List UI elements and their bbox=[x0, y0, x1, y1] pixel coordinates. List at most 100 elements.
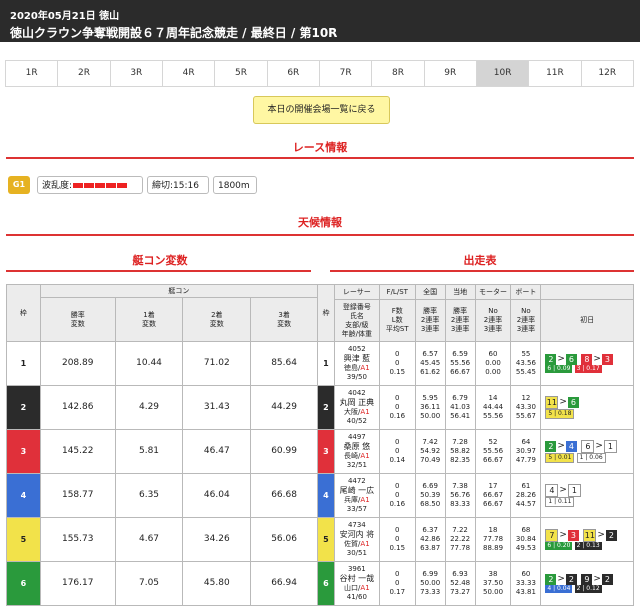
entry-table: 枠レーサー F/L/ST 全国 当地 モーター ボート 登録番号 氏名 支部/級 年齢/体重 F数… bbox=[317, 284, 634, 606]
racer-cell[interactable]: 4042 丸岡 正典 大阪/A1 40/52 bbox=[333, 385, 380, 430]
table-row: 4 158.77 6.35 46.04 66.68 bbox=[6, 473, 318, 518]
lane-number: 5 bbox=[317, 517, 335, 562]
wave-label: 波乱度: bbox=[42, 181, 73, 191]
table-row: 3 4497 桑原 悠長崎/A1 32/51 0 0 0.14 7.42 54.92 70.49 7… bbox=[317, 429, 634, 474]
day1-result: 2 >4 6 >1 5 | 0.01 1 | 0.06 bbox=[540, 429, 634, 474]
divider bbox=[6, 157, 634, 159]
entry-stat: 7.28 58.82 82.35 bbox=[444, 429, 476, 474]
entry-stat: 0 0 0.16 bbox=[378, 385, 416, 430]
entry-stat: 0 0 0.16 bbox=[378, 473, 416, 518]
boat-con-group-header: 艇コン bbox=[39, 284, 319, 298]
racer-cell[interactable]: 4734 安河内 将佐賀/A1 30/51 bbox=[333, 517, 380, 562]
race-tabs: 1R 2R 3R 4R 5R 6R 7R 8R 9R 10R 11R 12R bbox=[5, 60, 634, 87]
racer-name: 桑原 悠 bbox=[343, 442, 371, 451]
racer-age: 40/52 bbox=[346, 417, 367, 425]
lane-number: 4 bbox=[317, 473, 335, 518]
entry-stat: 60 0.00 0.00 bbox=[474, 341, 512, 386]
entry-stat: 14 44.44 55.56 bbox=[474, 385, 512, 430]
race-tab-11r[interactable]: 11R bbox=[528, 60, 582, 87]
entry-subheader: No 2連率 3連率 bbox=[474, 299, 512, 342]
table-row: 1 208.89 10.44 71.02 85.64 bbox=[6, 341, 318, 386]
boat-con-col-header: 勝率 変数 bbox=[39, 297, 116, 342]
table-row: 4 4472 尾崎 一広 兵庫/A1 33/57 0 0 0.16 6.69 50.39 68.50… bbox=[317, 473, 634, 518]
racer-age: 39/50 bbox=[346, 373, 367, 381]
venue-list-button[interactable]: 本日の開催会場一覧に戻る bbox=[253, 96, 390, 124]
lane-number: 2 bbox=[317, 385, 335, 430]
racer-age: 30/51 bbox=[346, 549, 367, 557]
racer-name: 丸岡 正典 bbox=[339, 398, 375, 407]
lane-number: 1 bbox=[317, 341, 335, 386]
entry-subheader: 初日 bbox=[540, 299, 634, 342]
page-header: 2020年05月21日 徳山 徳山クラウン争奪戦開設６７周年記念競走 / 最終日… bbox=[0, 0, 640, 42]
entry-subheader: 勝率 2連率 3連率 bbox=[444, 299, 476, 342]
table-row: 1 4052 興津 藍徳島/A1 39/50 0 0 0.15 6.57 45.45 61.62 6… bbox=[317, 341, 634, 386]
boat-con-value: 31.43 bbox=[182, 385, 252, 430]
entry-col-header: F/L/ST bbox=[378, 284, 416, 300]
lane-number: 1 bbox=[6, 341, 41, 386]
racer-cell[interactable]: 4472 尾崎 一広 兵庫/A1 33/57 bbox=[333, 473, 380, 518]
racer-reg: 4734 bbox=[347, 521, 366, 529]
boat-con-value: 5.81 bbox=[114, 429, 184, 474]
weather-heading: 天候情報 bbox=[298, 216, 342, 229]
lane-number: 4 bbox=[6, 473, 41, 518]
divider bbox=[330, 270, 634, 272]
racer-reg: 4497 bbox=[347, 433, 366, 441]
lane-number: 5 bbox=[6, 517, 41, 562]
racer-name: 安河内 将 bbox=[339, 530, 375, 539]
entry-stat: 6.69 50.39 68.50 bbox=[414, 473, 446, 518]
race-tab-1r[interactable]: 1R bbox=[5, 60, 59, 87]
race-tab-9r[interactable]: 9R bbox=[423, 60, 477, 87]
grade-badge: G1 bbox=[8, 176, 30, 194]
table-row: 6 3961 谷村 一哉 山口/A1 41/60 0 0 0.17 6.99 50.00 73.33… bbox=[317, 561, 634, 606]
boat-con-value: 66.68 bbox=[250, 473, 318, 518]
lane-header: 枠 bbox=[6, 284, 41, 342]
race-tab-12r[interactable]: 12R bbox=[580, 60, 634, 87]
day1-result: 7 >3 11 >2 6 | 0.20 2 | 0.13 bbox=[540, 517, 634, 562]
distance: 1800m bbox=[213, 176, 257, 194]
race-tab-6r[interactable]: 6R bbox=[266, 60, 320, 87]
racer-age: 32/51 bbox=[346, 461, 367, 469]
race-info-heading: レース情報 bbox=[292, 141, 348, 154]
racer-branch: 兵庫/A1 bbox=[344, 496, 370, 504]
entry-stat: 6.93 52.48 73.27 bbox=[444, 561, 476, 606]
boat-con-value: 60.99 bbox=[250, 429, 318, 474]
race-tab-8r[interactable]: 8R bbox=[371, 60, 425, 87]
entry-stat: 55 43.56 55.45 bbox=[510, 341, 542, 386]
entry-stat: 18 77.78 88.89 bbox=[474, 517, 512, 562]
boat-con-value: 6.35 bbox=[114, 473, 184, 518]
race-tab-4r[interactable]: 4R bbox=[161, 60, 216, 87]
entry-stat: 64 30.97 47.79 bbox=[510, 429, 542, 474]
boat-con-value: 46.04 bbox=[182, 473, 252, 518]
racer-age: 41/60 bbox=[346, 593, 367, 601]
racer-cell[interactable]: 4497 桑原 悠長崎/A1 32/51 bbox=[333, 429, 380, 474]
racer-branch: 徳島/A1 bbox=[344, 364, 370, 372]
day1-result: 11 >6 5 | 0.18 bbox=[540, 385, 634, 430]
racer-reg: 4472 bbox=[347, 477, 366, 485]
boat-con-table: 枠 艇コン 勝率 変数 1着 変数 2着 変数 3着 変数 1 208.89 10.44 71.02… bbox=[6, 284, 319, 606]
boat-con-value: 7.05 bbox=[114, 561, 184, 606]
table-row: 5 155.73 4.67 34.26 56.06 bbox=[6, 517, 318, 562]
entry-col-header: ボート bbox=[510, 284, 542, 300]
entry-subheader: 勝率 2連率 3連率 bbox=[414, 299, 446, 342]
boat-con-value: 56.06 bbox=[250, 517, 318, 562]
deadline: 締切:15:16 bbox=[147, 176, 209, 194]
table-row: 6 176.17 7.05 45.80 66.94 bbox=[6, 561, 318, 606]
racer-cell[interactable]: 4052 興津 藍徳島/A1 39/50 bbox=[333, 341, 380, 386]
entry-subheader: No 2連率 3連率 bbox=[510, 299, 542, 342]
race-tab-10r[interactable]: 10R bbox=[475, 60, 530, 87]
racer-cell[interactable]: 3961 谷村 一哉 山口/A1 41/60 bbox=[333, 561, 380, 606]
table-row: 2 142.86 4.29 31.43 44.29 bbox=[6, 385, 318, 430]
entry-stat: 6.59 55.56 66.67 bbox=[444, 341, 476, 386]
entry-stat: 60 33.33 43.81 bbox=[510, 561, 542, 606]
entry-col-header bbox=[540, 284, 634, 300]
divider bbox=[6, 234, 634, 236]
lane-number: 2 bbox=[6, 385, 41, 430]
race-tab-7r[interactable]: 7R bbox=[318, 60, 373, 87]
race-tab-5r[interactable]: 5R bbox=[214, 60, 268, 87]
race-tab-2r[interactable]: 2R bbox=[57, 60, 111, 87]
boat-con-value: 4.67 bbox=[114, 517, 184, 562]
entry-stat: 61 28.26 44.57 bbox=[510, 473, 542, 518]
boat-con-value: 71.02 bbox=[182, 341, 252, 386]
entry-stat: 38 37.50 50.00 bbox=[474, 561, 512, 606]
race-tab-3r[interactable]: 3R bbox=[109, 60, 163, 87]
